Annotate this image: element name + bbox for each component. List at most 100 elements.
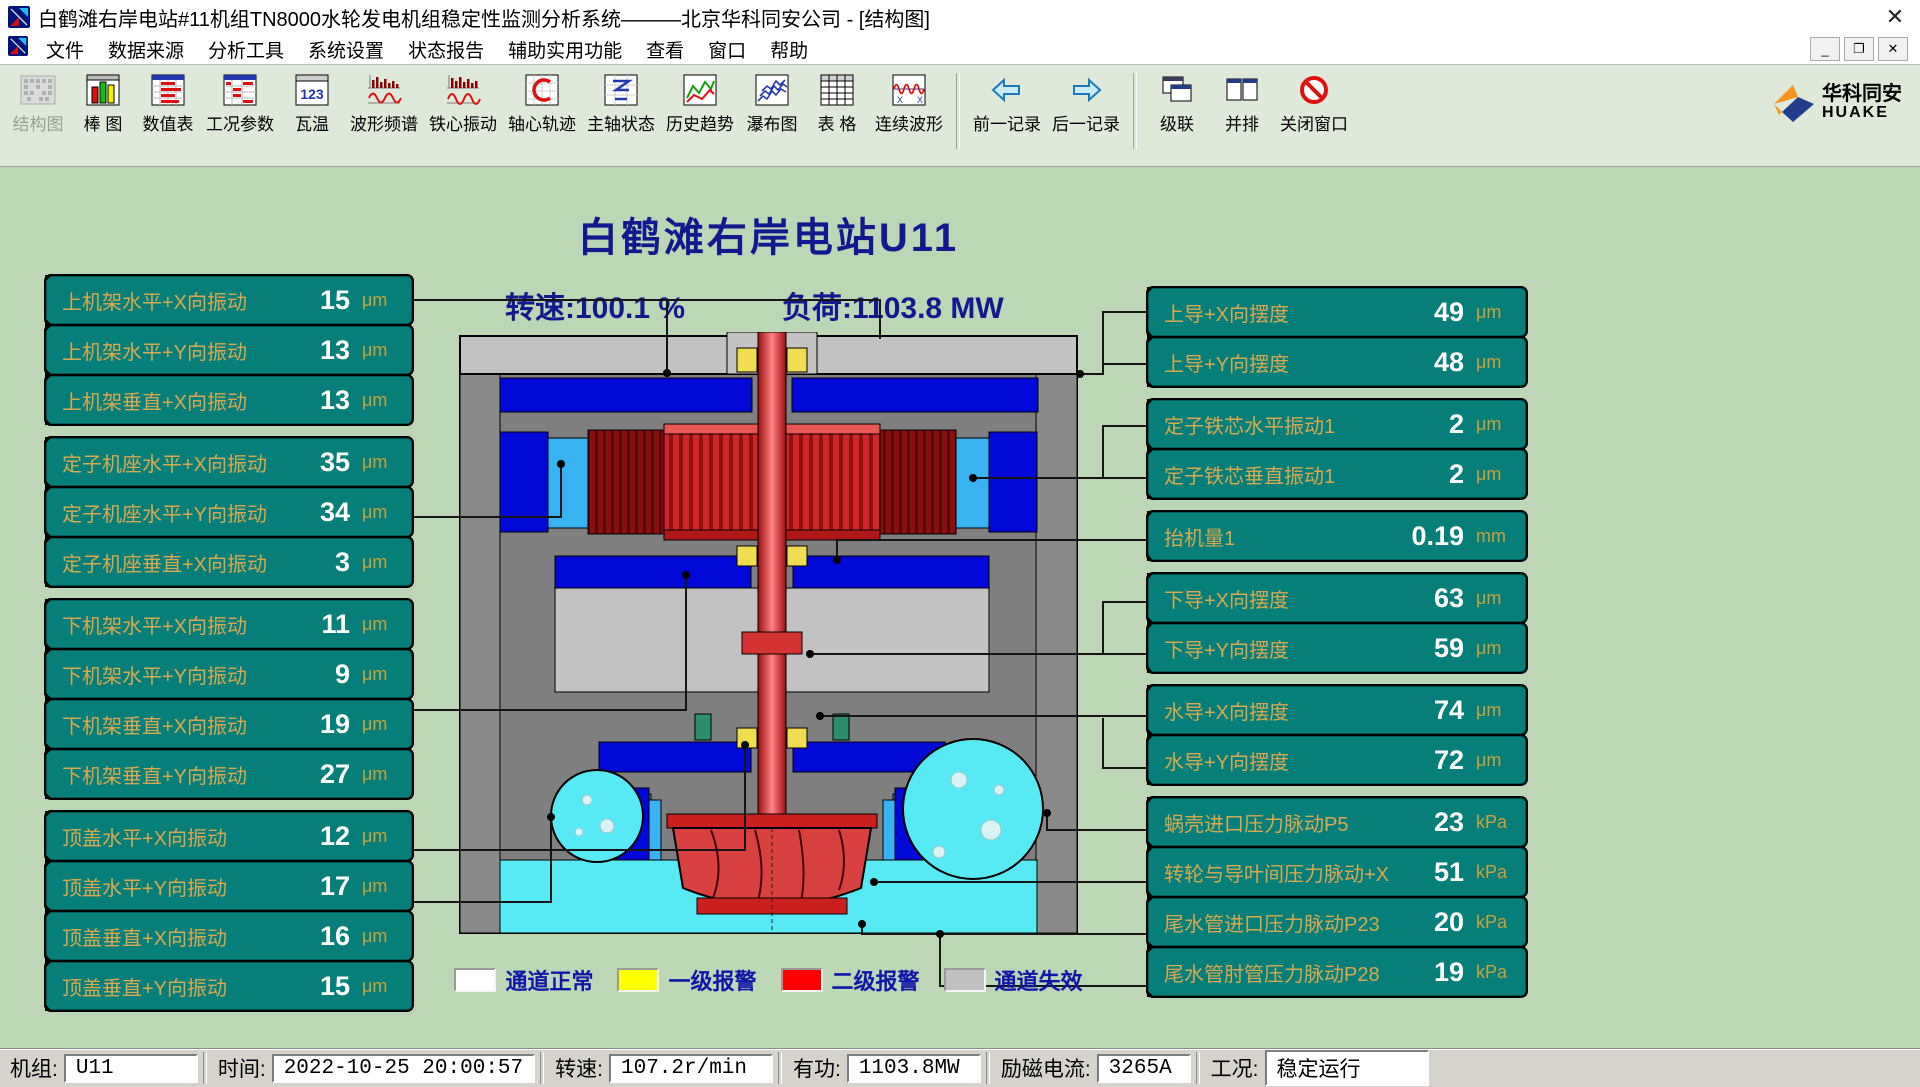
meas-box[interactable]: 尾水管肘管压力脉动P2819kPa [1146,946,1528,998]
meas-box[interactable]: 下导+X向摆度63μm [1146,572,1528,624]
toolbar-button-shaft-status[interactable]: 主轴状态 [584,71,658,151]
toolbar-button-close-window[interactable]: 关闭窗口 [1277,71,1351,151]
toolbar-button-history-trend[interactable]: 历史趋势 [663,71,737,151]
legend-label: 二级报警 [832,964,920,996]
right-measurement-panel: 上导+X向摆度49μm上导+Y向摆度48μm定子铁芯水平振动12μm定子铁芯垂直… [1146,286,1528,1008]
statusbar-separator [1196,1052,1200,1084]
meas-box[interactable]: 顶盖水平+X向振动12μm [44,810,414,862]
toolbar-button-pad-temperature[interactable]: 123瓦温 [282,71,342,151]
meas-label: 下导+Y向摆度 [1148,634,1289,663]
mdi-minimize-button[interactable]: _ [1810,37,1840,61]
meas-box[interactable]: 尾水管进口压力脉动P2320kPa [1146,896,1528,948]
toolbar-button-waterfall-plot[interactable]: 瀑布图 [742,71,802,151]
menu-item-system-settings[interactable]: 系统设置 [296,36,396,63]
mdi-close-button[interactable]: ✕ [1878,37,1908,61]
legend-swatch [454,968,496,992]
toolbar-label-waterfall-plot: 瀑布图 [747,110,798,135]
toolbar-button-structure-diagram[interactable]: 结构图 [8,71,68,151]
meas-box[interactable]: 顶盖垂直+X向振动16μm [44,910,414,962]
meas-box[interactable]: 蜗壳进口压力脉动P523kPa [1146,796,1528,848]
meas-label: 上导+Y向摆度 [1148,348,1289,377]
meas-label: 转轮与导叶间压力脉动+X [1148,858,1389,887]
logo-line1: 华科同安 [1822,83,1902,105]
meas-box[interactable]: 下机架垂直+Y向振动27μm [44,748,414,800]
toolbar-button-numeric-table[interactable]: 数值表 [138,71,198,151]
meas-unit: μm [1476,700,1526,721]
alarm-legend: 通道正常一级报警二级报警通道失效 [459,964,1078,996]
meas-value: 13 [320,385,350,416]
meas-box[interactable]: 转轮与导叶间压力脉动+X51kPa [1146,846,1528,898]
meas-unit: μm [362,340,412,361]
meas-label: 定子机座水平+X向振动 [46,448,267,477]
meas-box[interactable]: 下导+Y向摆度59μm [1146,622,1528,674]
legend-swatch [617,968,659,992]
meas-box[interactable]: 定子机座水平+Y向振动34μm [44,486,414,538]
mdi-window-controls: _❐✕ [1810,37,1912,61]
toolbar: 结构图棒 图数值表工况参数123瓦温波形频谱铁心振动轴心轨迹主轴状态历史趋势瀑布… [0,65,1920,167]
meas-box[interactable]: 水导+X向摆度74μm [1146,684,1528,736]
meas-value: 20 [1434,907,1464,938]
meas-unit: μm [362,390,412,411]
toolbar-button-orbit[interactable]: 轴心轨迹 [505,71,579,151]
mdi-restore-button[interactable]: ❐ [1844,37,1874,61]
left-group-3: 下机架水平+X向振动11μm下机架水平+Y向振动9μm下机架垂直+X向振动19μ… [44,598,414,800]
toolbar-button-tile-windows[interactable]: 并排 [1212,71,1272,151]
meas-box[interactable]: 水导+Y向摆度72μm [1146,734,1528,786]
toolbar-button-core-vibration[interactable]: 铁心振动 [426,71,500,151]
statusbar-label-excitation-current: 励磁电流: [1001,1053,1091,1083]
numeric-table-icon [148,73,188,107]
structure-diagram-view: 白鹤滩右岸电站U11 转速:100.1 % 负荷:1103.8 MW [0,167,1920,1048]
statusbar-value-condition: 稳定运行 [1265,1050,1429,1086]
meas-value: 27 [320,759,350,790]
toolbar-button-waveform-spectrum[interactable]: 波形频谱 [347,71,421,151]
menu-item-analysis-tools[interactable]: 分析工具 [196,36,296,63]
toolbar-button-condition-params[interactable]: 工况参数 [203,71,277,151]
meas-box[interactable]: 抬机量10.19mm [1146,510,1528,562]
toolbar-button-next-record[interactable]: 后一记录 [1049,71,1123,151]
toolbar-button-cascade-windows[interactable]: 级联 [1147,71,1207,151]
menu-item-view[interactable]: 查看 [634,36,696,63]
meas-unit: μm [1476,414,1526,435]
meas-unit: μm [362,664,412,685]
statusbar-value-excitation-current: 3265A [1097,1054,1191,1083]
legend-item: 二级报警 [781,964,920,996]
menu-item-data-source[interactable]: 数据来源 [96,36,196,63]
meas-box[interactable]: 定子铁芯垂直振动12μm [1146,448,1528,500]
toolbar-label-core-vibration: 铁心振动 [429,110,497,135]
meas-box[interactable]: 下机架水平+Y向振动9μm [44,648,414,700]
toolbar-button-bar-chart[interactable]: 棒 图 [73,71,133,151]
menu-item-auxiliary-functions[interactable]: 辅助实用功能 [496,36,634,63]
meas-value: 2 [1449,459,1464,490]
left-group-1: 上机架水平+X向振动15μm上机架水平+Y向振动13μm上机架垂直+X向振动13… [44,274,414,426]
meas-value: 51 [1434,857,1464,888]
condition-params-icon [220,73,260,107]
window-close-icon[interactable]: ✕ [1878,4,1912,30]
menu-item-window[interactable]: 窗口 [696,36,758,63]
meas-box[interactable]: 上导+Y向摆度48μm [1146,336,1528,388]
meas-box[interactable]: 定子机座垂直+X向振动3μm [44,536,414,588]
toolbar-button-grid-table[interactable]: 表 格 [807,71,867,151]
meas-box[interactable]: 定子铁芯水平振动12μm [1146,398,1528,450]
menu-item-status-report[interactable]: 状态报告 [396,36,496,63]
meas-box[interactable]: 下机架垂直+X向振动19μm [44,698,414,750]
menu-item-help[interactable]: 帮助 [758,36,820,63]
meas-box[interactable]: 顶盖水平+Y向振动17μm [44,860,414,912]
meas-box[interactable]: 上机架垂直+X向振动13μm [44,374,414,426]
meas-box[interactable]: 顶盖垂直+Y向振动15μm [44,960,414,1012]
meas-box[interactable]: 上导+X向摆度49μm [1146,286,1528,338]
statusbar-label-unit: 机组: [10,1053,58,1083]
meas-value: 48 [1434,347,1464,378]
meas-box[interactable]: 下机架水平+X向振动11μm [44,598,414,650]
meas-unit: μm [362,876,412,897]
meas-box[interactable]: 上机架水平+X向振动15μm [44,274,414,326]
meas-label: 上机架水平+X向振动 [46,286,247,315]
toolbar-label-next-record: 后一记录 [1052,110,1120,135]
toolbar-button-prev-record[interactable]: 前一记录 [970,71,1044,151]
meas-unit: μm [362,976,412,997]
meas-box[interactable]: 定子机座水平+X向振动35μm [44,436,414,488]
meas-box[interactable]: 上机架水平+Y向振动13μm [44,324,414,376]
menu-item-file[interactable]: 文件 [34,36,96,63]
statusbar-value-time: 2022-10-25 20:00:57 [272,1054,535,1083]
app-icon [8,6,30,28]
toolbar-button-continuous-wave[interactable]: XX连续波形 [872,71,946,151]
